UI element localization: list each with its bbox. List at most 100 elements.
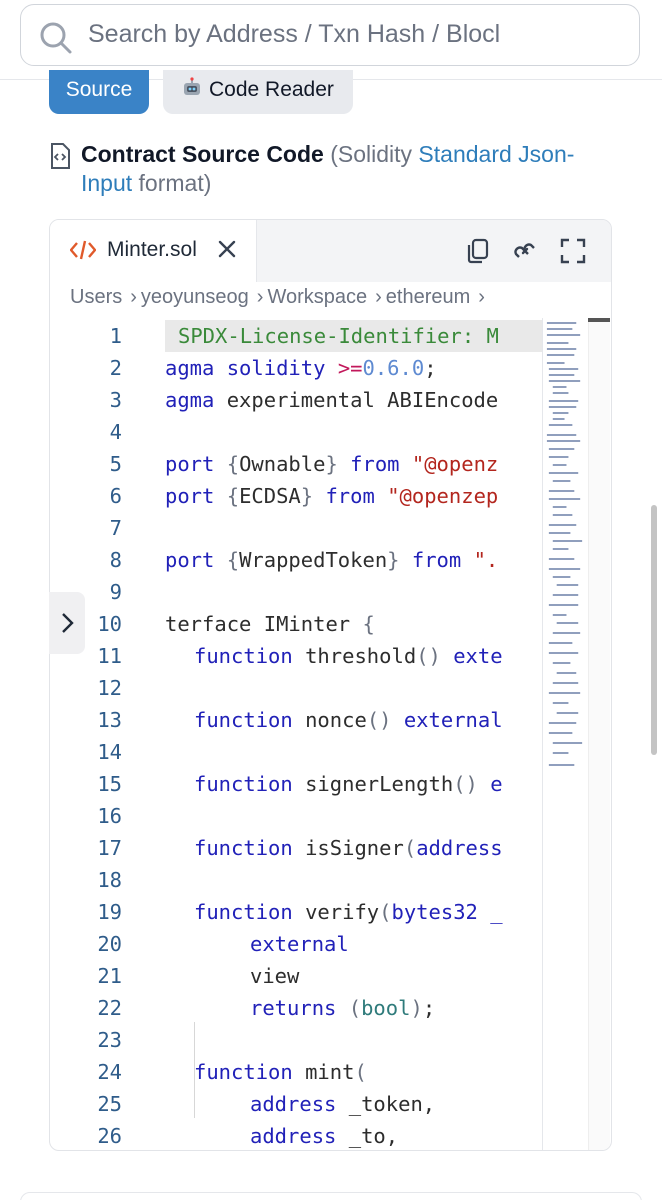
code-line: 17 function isSigner(address [50, 832, 590, 864]
page-scrollbar[interactable] [651, 505, 657, 755]
code-minimap[interactable] [542, 318, 588, 1150]
code-text: view [250, 964, 300, 988]
code-line: 22 returns (bool); [50, 992, 590, 1024]
editor-scrollbar[interactable] [588, 318, 610, 1150]
code-line: 13 function nonce() external [50, 704, 590, 736]
line-number: 24 [97, 1060, 122, 1084]
chevron-right-icon [62, 613, 74, 633]
code-line: 3 agma experimental ABIEncode [50, 384, 590, 416]
heading-prefix: (Solidity [323, 141, 419, 167]
code-text: SPDX-License-Identifier: M [178, 324, 499, 348]
code-text: returns (bool); [250, 996, 436, 1020]
editor-tab-bar: Minter.sol [50, 220, 611, 282]
code-text: terface IMinter { [165, 612, 375, 636]
code-text: address _to, [250, 1124, 399, 1148]
document-code-icon [51, 143, 70, 169]
code-line: 26 address _to, [50, 1120, 590, 1150]
line-number: 10 [97, 612, 122, 636]
code-line: 9 [50, 576, 590, 608]
code-line: 15 function signerLength() e [50, 768, 590, 800]
robot-icon [184, 77, 200, 95]
chevron-right-icon: › [375, 286, 382, 308]
line-number: 11 [97, 644, 122, 668]
code-line: 23 [50, 1024, 590, 1056]
code-editor: Minter.sol Users › yeoyunseog › Workspace › et… [49, 219, 612, 1151]
code-line: 2 agma solidity >=0.6.0; [50, 352, 590, 384]
breadcrumb-item[interactable]: Workspace [267, 286, 367, 308]
next-section-card [20, 1192, 642, 1200]
code-reader-label: Code Reader [209, 78, 334, 101]
line-number: 23 [97, 1028, 122, 1052]
chevron-right-icon: › [130, 286, 137, 308]
line-number: 1 [109, 324, 122, 348]
line-number: 7 [109, 516, 122, 540]
section-heading: Contract Source Code (Solidity Standard … [81, 140, 621, 198]
expand-panel-button[interactable] [49, 592, 85, 654]
code-line: 19 function verify(bytes32 _ [50, 896, 590, 928]
code-line: 6 port {ECDSA} from "@openzep [50, 480, 590, 512]
chevron-right-icon: › [256, 286, 264, 308]
source-tab-button[interactable]: Source [49, 70, 149, 114]
code-file-icon [70, 240, 96, 260]
line-number: 15 [97, 772, 122, 796]
search-icon [40, 22, 72, 54]
line-number: 13 [97, 708, 122, 732]
code-text: function verify(bytes32 _ [194, 900, 503, 924]
code-line: 5 port {Ownable} from "@openz [50, 448, 590, 480]
copy-icon[interactable] [464, 237, 492, 265]
line-number: 19 [97, 900, 122, 924]
code-line: 8 port {WrappedToken} from ". [50, 544, 590, 576]
code-text: port {WrappedToken} from ". [165, 548, 499, 572]
line-number: 22 [97, 996, 122, 1020]
line-number: 6 [109, 484, 122, 508]
code-text: agma solidity >=0.6.0; [165, 356, 437, 380]
breadcrumb-item[interactable]: ethereum [386, 286, 471, 308]
code-line: 1 SPDX-License-Identifier: M [50, 320, 590, 352]
code-text: port {Ownable} from "@openz [165, 452, 499, 476]
code-line: 25 address _token, [50, 1088, 590, 1120]
code-area[interactable]: 1 SPDX-License-Identifier: M 2 agma solidi… [50, 320, 590, 1150]
code-text: external [250, 932, 349, 956]
heading-suffix: format) [132, 170, 212, 196]
breadcrumb: Users › yeoyunseog › Workspace › ethereum › [70, 286, 489, 309]
code-text: function nonce() external [194, 708, 503, 732]
line-number: 9 [109, 580, 122, 604]
code-line: 21 view [50, 960, 590, 992]
code-line: 16 [50, 800, 590, 832]
line-number: 5 [109, 452, 122, 476]
fullscreen-icon[interactable] [559, 237, 587, 265]
code-text: function mint( [194, 1060, 367, 1084]
editor-scroll-thumb[interactable] [588, 318, 610, 322]
line-number: 2 [109, 356, 122, 380]
search-input[interactable]: Search by Address / Txn Hash / Blocl [20, 4, 640, 66]
close-icon[interactable] [216, 238, 238, 260]
file-tab-minter[interactable]: Minter.sol [50, 220, 257, 282]
code-line: 14 [50, 736, 590, 768]
code-text: agma experimental ABIEncode [165, 388, 499, 412]
line-number: 8 [109, 548, 122, 572]
line-number: 25 [97, 1092, 122, 1116]
line-number: 20 [97, 932, 122, 956]
link-icon[interactable] [511, 237, 539, 265]
chevron-right-icon: › [478, 286, 485, 308]
line-number: 26 [97, 1124, 122, 1148]
code-line: 12 [50, 672, 590, 704]
search-placeholder: Search by Address / Txn Hash / Blocl [88, 20, 501, 48]
breadcrumb-item[interactable]: yeoyunseog [141, 286, 249, 308]
code-reader-button[interactable]: Code Reader [163, 70, 353, 114]
line-number: 4 [109, 420, 122, 444]
line-number: 18 [97, 868, 122, 892]
heading-title: Contract Source Code [81, 141, 324, 167]
line-number: 17 [97, 836, 122, 860]
code-line: 11 function threshold() exte [50, 640, 590, 672]
code-text: function threshold() exte [194, 644, 503, 668]
code-line: 20 external [50, 928, 590, 960]
code-line: 7 [50, 512, 590, 544]
code-line: 18 [50, 864, 590, 896]
code-line: 4 [50, 416, 590, 448]
code-text: port {ECDSA} from "@openzep [165, 484, 499, 508]
line-number: 12 [97, 676, 122, 700]
line-number: 21 [97, 964, 122, 988]
code-text: function signerLength() e [194, 772, 503, 796]
breadcrumb-item[interactable]: Users [70, 286, 122, 308]
